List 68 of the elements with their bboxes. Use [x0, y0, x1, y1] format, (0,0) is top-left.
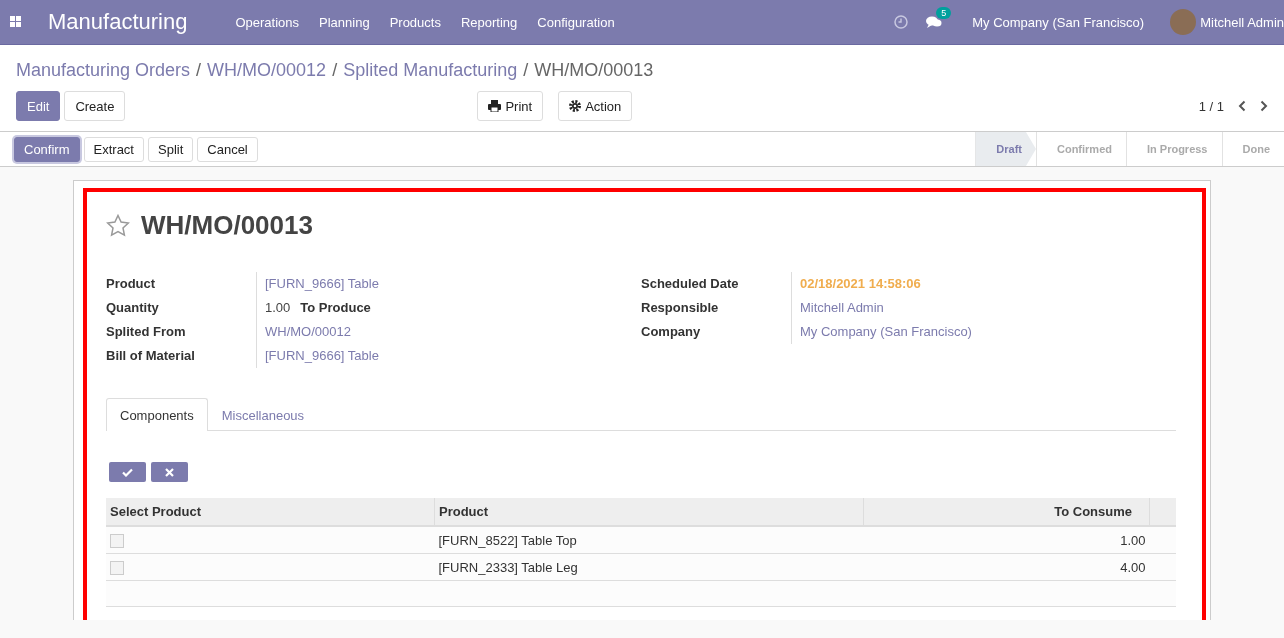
chevron-right-icon[interactable]	[1260, 100, 1268, 112]
checkmark-icon	[122, 467, 133, 477]
row-checkbox[interactable]	[110, 560, 124, 575]
table-cell: 4.00	[863, 553, 1150, 581]
breadcrumb-link[interactable]: Manufacturing Orders	[16, 60, 191, 80]
breadcrumb-current: WH/MO/00013	[534, 60, 654, 80]
column-header[interactable]: To Consume	[863, 498, 1150, 526]
column-header[interactable]: Select Product	[106, 498, 435, 526]
status-action-button[interactable]: Confirm	[14, 136, 80, 162]
breadcrumb-separator: /	[196, 60, 202, 80]
notebook-tab[interactable]: Components	[106, 398, 208, 431]
stage-step[interactable]: Draft	[975, 132, 1036, 166]
field-link[interactable]: My Company (San Francisco)	[800, 324, 972, 339]
chevron-left-icon[interactable]	[1238, 100, 1246, 112]
toolbar-button[interactable]: Create	[64, 91, 126, 121]
status-action-button[interactable]: Split	[148, 136, 194, 162]
field-link[interactable]: Mitchell Admin	[800, 300, 884, 315]
field-label: Company	[641, 323, 702, 341]
status-action-button[interactable]: Cancel	[197, 136, 258, 162]
stage-step[interactable]: In Progress	[1125, 132, 1222, 166]
table-cell: [FURN_2333] Table Leg	[434, 553, 864, 581]
user-name[interactable]: Mitchell Admin	[1200, 14, 1284, 30]
breadcrumb-separator: /	[523, 60, 529, 80]
field-label: Quantity	[106, 299, 160, 317]
field-label: Product	[106, 275, 157, 293]
breadcrumb-link[interactable]: WH/MO/00012	[207, 60, 327, 80]
field-label: Splited From	[106, 323, 187, 341]
menu-item[interactable]: Products	[379, 14, 451, 30]
table-cell: [FURN_8522] Table Top	[434, 526, 864, 554]
stage-step[interactable]: Done	[1221, 132, 1284, 166]
message-count-badge: 5	[936, 7, 952, 19]
field-label: Bill of Material	[106, 347, 196, 365]
menu-item[interactable]: Reporting	[450, 14, 528, 30]
clock-icon[interactable]	[894, 15, 909, 29]
field-link[interactable]: WH/MO/00012	[265, 324, 351, 339]
row-checkbox[interactable]	[110, 533, 124, 548]
menu-item[interactable]: Planning	[309, 14, 380, 30]
field-label: Scheduled Date	[641, 275, 740, 293]
menu-item[interactable]: Operations	[225, 14, 309, 30]
chat-bubbles-icon[interactable]	[926, 15, 943, 29]
close-icon	[165, 467, 174, 477]
breadcrumb-link[interactable]: Splited Manufacturing	[343, 60, 518, 80]
menu-item[interactable]: Configuration	[527, 14, 625, 30]
field-value: 1.00	[265, 300, 291, 315]
apps-menu-icon[interactable]	[10, 16, 22, 28]
field-value: 02/18/2021 14:58:06	[800, 276, 921, 291]
field-link[interactable]: [FURN_9666] Table	[265, 348, 379, 363]
status-action-button[interactable]: Extract	[83, 136, 144, 162]
confirm-selection-button[interactable]	[109, 462, 146, 482]
toolbar-button[interactable]: Edit	[16, 91, 61, 121]
record-title: WH/MO/00013	[141, 210, 313, 241]
breadcrumb-separator: /	[332, 60, 338, 80]
field-link[interactable]: [FURN_9666] Table	[265, 276, 379, 291]
field-label: Responsible	[641, 299, 720, 317]
star-icon[interactable]	[106, 214, 130, 237]
app-title: Manufacturing	[48, 9, 188, 35]
action-button[interactable]: Action	[558, 91, 633, 121]
printer-icon	[488, 100, 502, 112]
company-switcher[interactable]: My Company (San Francisco)	[972, 14, 1145, 30]
notebook-tab[interactable]: Miscellaneous	[207, 398, 319, 431]
gear-icon	[569, 100, 582, 112]
field-unit-label: To Produce	[300, 300, 371, 315]
stage-step[interactable]: Confirmed	[1035, 132, 1126, 166]
pager-value: 1 / 1	[1198, 98, 1224, 114]
table-cell: 1.00	[863, 526, 1150, 554]
clear-selection-button[interactable]	[151, 462, 188, 482]
column-header[interactable]: Product	[434, 498, 864, 526]
print-button[interactable]: Print	[477, 91, 544, 121]
